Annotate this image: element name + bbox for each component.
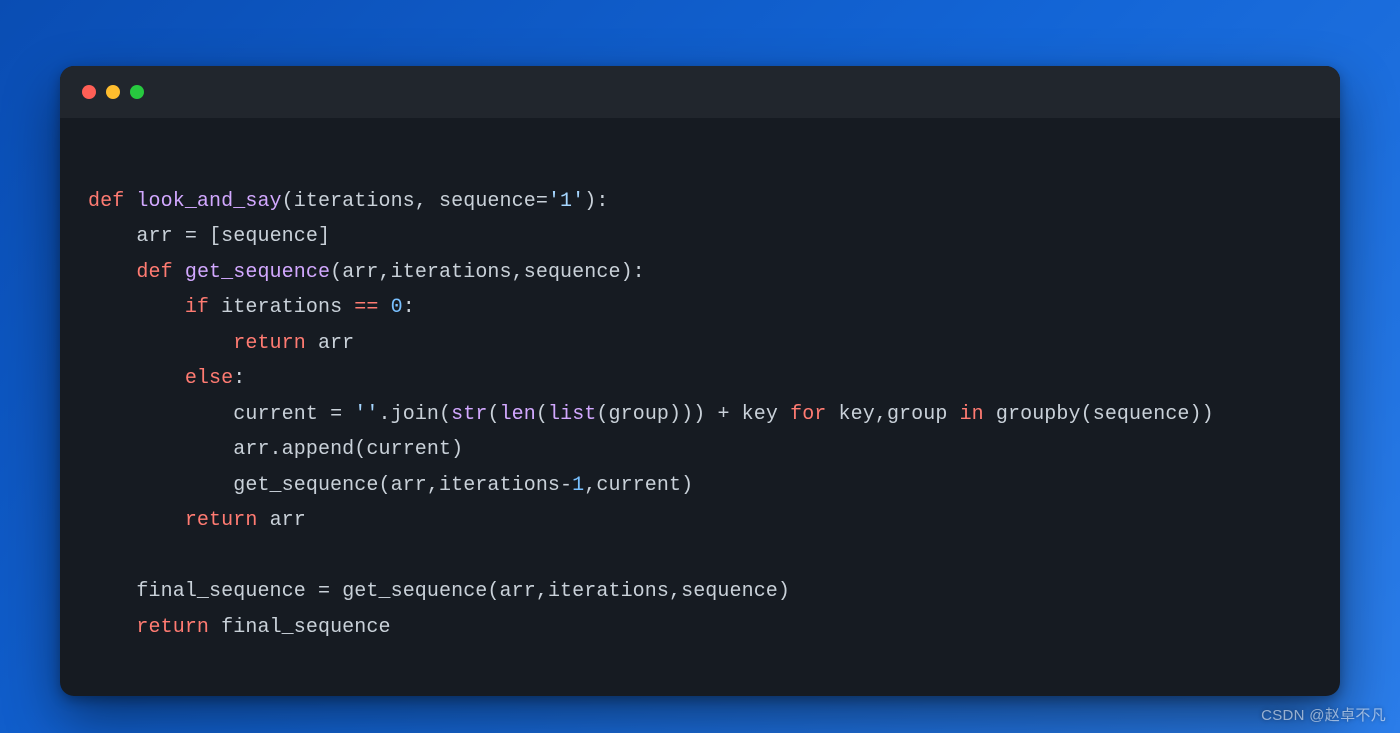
code-token-id: sequence — [221, 225, 318, 248]
code-token-kw: def — [136, 261, 172, 284]
code-token-pun: - — [560, 474, 572, 497]
code-token-pun: ): — [621, 261, 645, 284]
code-token-pun: ) — [451, 438, 463, 461]
code-token-pun: ): — [584, 190, 608, 213]
code-token-pun: , — [669, 580, 681, 603]
code-token-pun: , — [875, 403, 887, 426]
code-token-pun: , — [512, 261, 524, 284]
code-token-kw: else — [185, 367, 233, 390]
code-token-id: arr — [270, 509, 306, 532]
minimize-icon[interactable] — [106, 85, 120, 99]
code-token-pun: + — [717, 403, 729, 426]
maximize-icon[interactable] — [130, 85, 144, 99]
code-token-id: append — [282, 438, 355, 461]
code-token-pun: : — [403, 296, 415, 319]
code-token-pun: , — [584, 474, 596, 497]
code-token-pun: ( — [536, 403, 548, 426]
code-token-pun: ( — [330, 261, 342, 284]
code-token-kw: for — [790, 403, 826, 426]
code-block: def look_and_say(iterations, sequence='1… — [60, 118, 1340, 673]
code-token-pun: , — [427, 474, 439, 497]
code-token-pun: ( — [596, 403, 608, 426]
code-token-id: group — [887, 403, 948, 426]
watermark-text: CSDN @赵卓不凡 — [1261, 704, 1386, 725]
code-token-pun: . — [270, 438, 282, 461]
code-token-id: iterations — [548, 580, 669, 603]
code-token-pun: , — [379, 261, 391, 284]
code-token-id: current — [233, 403, 318, 426]
code-token-pun: ( — [282, 190, 294, 213]
code-token-pun: ( — [439, 403, 451, 426]
window-titlebar — [60, 66, 1340, 118]
code-token-fn: get_sequence — [185, 261, 330, 284]
code-token-pun: : — [233, 367, 245, 390]
code-token-id: sequence — [524, 261, 621, 284]
code-token-id: key — [742, 403, 778, 426]
code-token-fn: look_and_say — [136, 190, 281, 213]
code-token-pun: ( — [1081, 403, 1093, 426]
code-token-call: str — [451, 403, 487, 426]
code-token-id: arr — [391, 474, 427, 497]
code-token-kw: return — [233, 332, 306, 355]
code-token-id: groupby — [996, 403, 1081, 426]
code-token-pun: ( — [487, 580, 499, 603]
code-token-id: get_sequence — [233, 474, 378, 497]
code-token-pun: ) — [778, 580, 790, 603]
code-token-id: sequence — [681, 580, 778, 603]
code-token-id: current — [366, 438, 451, 461]
code-token-call: list — [548, 403, 596, 426]
code-token-id: iterations — [221, 296, 342, 319]
code-token-pun: = — [536, 190, 548, 213]
code-token-id: get_sequence — [342, 580, 487, 603]
code-token-id: arr — [342, 261, 378, 284]
code-token-id: sequence — [1093, 403, 1190, 426]
code-token-id: iterations — [439, 474, 560, 497]
code-token-pun: ( — [487, 403, 499, 426]
code-token-id: arr — [136, 225, 172, 248]
code-token-id: arr — [233, 438, 269, 461]
code-token-kw: if — [185, 296, 209, 319]
code-token-kw: return — [185, 509, 258, 532]
code-token-pun: ) — [681, 474, 693, 497]
code-token-pun: = — [185, 225, 197, 248]
close-icon[interactable] — [82, 85, 96, 99]
code-token-id: group — [609, 403, 670, 426]
code-token-pun: ] — [318, 225, 330, 248]
code-token-id: key — [839, 403, 875, 426]
code-token-num: 1 — [572, 474, 584, 497]
code-token-id: sequence — [439, 190, 536, 213]
code-token-pun: . — [379, 403, 391, 426]
code-token-id: current — [596, 474, 681, 497]
code-token-pun: , — [536, 580, 548, 603]
code-token-id: arr — [500, 580, 536, 603]
code-token-pun: = — [330, 403, 342, 426]
code-token-num: 0 — [391, 296, 403, 319]
code-token-pun: ))) — [669, 403, 705, 426]
code-token-id: iterations — [294, 190, 415, 213]
code-token-pun: = — [318, 580, 330, 603]
code-token-str: '' — [354, 403, 378, 426]
code-token-id: iterations — [391, 261, 512, 284]
code-token-call: len — [500, 403, 536, 426]
code-token-id: final_sequence — [136, 580, 305, 603]
code-token-pun: [ — [209, 225, 221, 248]
code-token-kw: return — [136, 616, 209, 639]
code-token-id: join — [391, 403, 439, 426]
code-token-str: '1' — [548, 190, 584, 213]
code-token-kw: in — [960, 403, 984, 426]
code-token-pun: )) — [1190, 403, 1214, 426]
code-token-id: final_sequence — [221, 616, 390, 639]
code-token-pun: ( — [354, 438, 366, 461]
code-token-id: arr — [318, 332, 354, 355]
code-token-kw: def — [88, 190, 124, 213]
code-window: def look_and_say(iterations, sequence='1… — [60, 66, 1340, 696]
code-token-pun: ( — [378, 474, 390, 497]
code-token-pun: , — [415, 190, 439, 213]
code-token-kw: == — [354, 296, 378, 319]
